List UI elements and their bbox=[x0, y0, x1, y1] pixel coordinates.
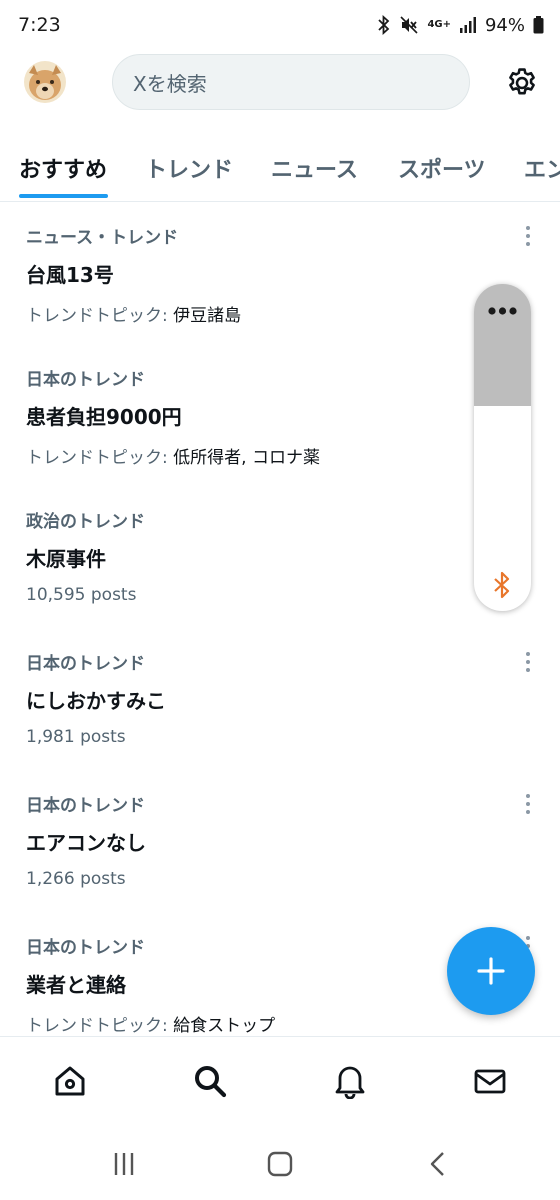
trend-context: 日本のトレンド bbox=[26, 796, 145, 816]
bell-icon bbox=[335, 1066, 365, 1099]
trend-topic: 給食ストップ bbox=[173, 1016, 276, 1035]
home-outline-icon bbox=[267, 1151, 293, 1177]
recent-apps-icon bbox=[114, 1153, 134, 1175]
battery-percent: 94% bbox=[484, 14, 525, 36]
trend-post-count: 1,266 posts bbox=[26, 869, 126, 889]
trend-meta: トレンドトピック: 伊豆諸島 bbox=[26, 301, 241, 326]
trend-title: エアコンなし bbox=[26, 831, 146, 855]
trend-meta: トレンドトピック: 給食ストップ bbox=[26, 1011, 275, 1035]
status-time: 7:23 bbox=[18, 14, 61, 36]
home-icon bbox=[55, 1066, 85, 1096]
trend-meta-prefix: トレンドトピック: bbox=[26, 306, 174, 326]
more-vertical-icon bbox=[526, 794, 530, 814]
network-type-label: 4G+ bbox=[427, 19, 451, 30]
nav-notifications[interactable] bbox=[330, 1061, 370, 1101]
trend-title: 業者と連絡 bbox=[26, 973, 126, 997]
edge-panel-handle[interactable] bbox=[474, 284, 531, 406]
more-options-button[interactable] bbox=[518, 791, 538, 817]
trend-context: 政治のトレンド bbox=[26, 512, 145, 532]
trend-title: 台風13号 bbox=[26, 263, 114, 287]
bottom-navigation bbox=[0, 1036, 560, 1130]
explore-tabs: おすすめ トレンド ニュース スポーツ エン bbox=[0, 140, 560, 202]
more-horizontal-icon bbox=[488, 307, 517, 315]
status-bar: 7:23 4G+ 94% bbox=[0, 0, 560, 50]
battery-icon bbox=[533, 16, 544, 34]
trend-meta: 1,981 posts bbox=[26, 727, 126, 747]
dog-avatar-icon bbox=[24, 61, 66, 103]
trend-meta-prefix: トレンドトピック: bbox=[26, 448, 174, 468]
more-vertical-icon bbox=[526, 226, 530, 246]
mail-icon bbox=[474, 1069, 506, 1094]
trend-post-count: 1,981 posts bbox=[26, 727, 126, 747]
more-vertical-icon bbox=[526, 652, 530, 672]
tab-trending[interactable]: トレンド bbox=[145, 140, 233, 200]
bluetooth-status-icon bbox=[377, 15, 391, 35]
search-icon bbox=[195, 1066, 227, 1098]
trend-item[interactable]: 日本のトレンド エアコンなし 1,266 posts bbox=[0, 771, 560, 913]
trend-meta-prefix: トレンドトピック: bbox=[26, 1016, 174, 1035]
app-root: 7:23 4G+ 94% Xを検索 おすすめ トレンド ニュース スポーツ エ … bbox=[0, 0, 560, 1200]
tab-for-you[interactable]: おすすめ bbox=[19, 140, 107, 200]
home-system-button[interactable] bbox=[262, 1148, 298, 1180]
system-navigation bbox=[0, 1130, 560, 1200]
search-input[interactable]: Xを検索 bbox=[112, 54, 470, 110]
tab-entertainment[interactable]: エン bbox=[524, 140, 560, 200]
bluetooth-icon[interactable] bbox=[490, 571, 514, 599]
gear-icon bbox=[509, 68, 535, 95]
trend-meta: 10,595 posts bbox=[26, 585, 136, 605]
search-placeholder: Xを検索 bbox=[133, 71, 207, 96]
trend-title: 木原事件 bbox=[26, 547, 106, 571]
trend-topic: 伊豆諸島 bbox=[173, 306, 242, 326]
back-button[interactable] bbox=[420, 1148, 456, 1180]
trend-meta: 1,266 posts bbox=[26, 869, 126, 889]
trend-meta: トレンドトピック: 低所得者, コロナ薬 bbox=[26, 443, 320, 468]
compose-button[interactable] bbox=[447, 927, 535, 1015]
trend-item[interactable]: 日本のトレンド にしおかすみこ 1,981 posts bbox=[0, 629, 560, 771]
tab-sports[interactable]: スポーツ bbox=[398, 140, 486, 200]
signal-icon bbox=[459, 16, 477, 34]
trend-context: ニュース・トレンド bbox=[26, 228, 179, 248]
nav-home[interactable] bbox=[50, 1061, 90, 1101]
edge-panel[interactable] bbox=[474, 284, 531, 611]
nav-search[interactable] bbox=[190, 1061, 230, 1101]
nav-messages[interactable] bbox=[470, 1061, 510, 1101]
trend-context: 日本のトレンド bbox=[26, 654, 145, 674]
status-icons: 4G+ 94% bbox=[377, 15, 544, 36]
trend-title: にしおかすみこ bbox=[26, 689, 166, 713]
active-tab-indicator bbox=[19, 194, 108, 198]
back-chevron-icon bbox=[430, 1152, 444, 1176]
plus-icon bbox=[477, 957, 505, 985]
trend-title: 患者負担9000円 bbox=[26, 405, 182, 429]
recent-apps-button[interactable] bbox=[106, 1148, 142, 1180]
mute-icon bbox=[399, 15, 419, 35]
more-options-button[interactable] bbox=[518, 223, 538, 249]
more-options-button[interactable] bbox=[518, 649, 538, 675]
trend-topic: 低所得者, コロナ薬 bbox=[173, 448, 320, 468]
trend-context: 日本のトレンド bbox=[26, 370, 145, 390]
avatar[interactable] bbox=[24, 61, 66, 103]
tab-news[interactable]: ニュース bbox=[271, 140, 358, 200]
trend-post-count: 10,595 posts bbox=[26, 585, 137, 605]
settings-button[interactable] bbox=[504, 65, 540, 101]
trend-context: 日本のトレンド bbox=[26, 938, 145, 958]
top-bar: Xを検索 bbox=[0, 52, 560, 114]
